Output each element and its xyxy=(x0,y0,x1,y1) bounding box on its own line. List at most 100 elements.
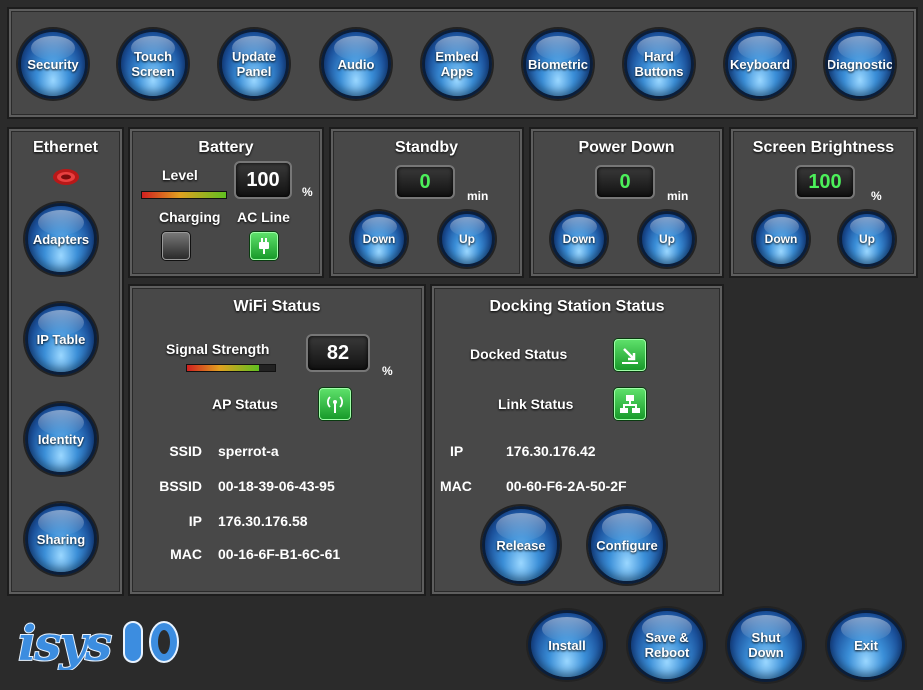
signal-strength-label: Signal Strength xyxy=(166,341,270,357)
screen-brightness-panel: Screen Brightness 100 % Down Up xyxy=(729,127,918,278)
link-status-label: Link Status xyxy=(498,396,574,412)
battery-level-value: 100 xyxy=(234,161,292,199)
ssid-key: SSID xyxy=(169,443,202,459)
standby-unit: min xyxy=(467,189,489,203)
security-button[interactable]: Security xyxy=(18,29,88,99)
docking-station-title: Docking Station Status xyxy=(489,298,665,315)
standby-down-button[interactable]: Down xyxy=(351,211,407,267)
adapters-button[interactable]: Adapters xyxy=(25,203,97,275)
audio-button[interactable]: Audio xyxy=(321,29,391,99)
top-nav-bar: Security Touch Screen Update Panel Audio… xyxy=(7,7,918,119)
power-down-down-label: Down xyxy=(562,231,596,246)
ssid-value: sperrot-a xyxy=(218,443,279,459)
dock-ip-value: 176.30.176.42 xyxy=(506,443,596,459)
link-status-network-icon xyxy=(614,388,646,420)
power-down-value: 0 xyxy=(595,165,655,199)
signal-strength-fill xyxy=(187,365,260,371)
bssid-value: 00-18-39-06-43-95 xyxy=(218,478,335,494)
power-down-down-button[interactable]: Down xyxy=(551,211,607,267)
configure-label: Configure xyxy=(596,537,658,553)
standby-panel: Standby 0 min Down Up xyxy=(329,127,524,278)
keyboard-button[interactable]: Keyboard xyxy=(725,29,795,99)
power-down-title: Power Down xyxy=(578,139,675,156)
standby-title: Standby xyxy=(394,139,459,156)
signal-strength-value: 82 xyxy=(306,334,370,372)
sharing-button[interactable]: Sharing xyxy=(25,503,97,575)
brightness-down-label: Down xyxy=(764,231,798,246)
power-down-up-button[interactable]: Up xyxy=(639,211,695,267)
update-panel-button[interactable]: Update Panel xyxy=(219,29,289,99)
docking-station-panel: Docking Station Status Docked Status Lin… xyxy=(430,284,724,596)
keyboard-label: Keyboard xyxy=(730,56,790,72)
power-down-up-label: Up xyxy=(659,231,675,246)
touch-screen-button[interactable]: Touch Screen xyxy=(118,29,188,99)
adapters-label: Adapters xyxy=(32,231,90,247)
dock-mac-value: 00-60-F6-2A-50-2F xyxy=(506,478,627,494)
wifi-status-panel: WiFi Status Signal Strength 82 % AP Stat… xyxy=(128,284,426,596)
release-label: Release xyxy=(496,537,546,553)
exit-label: Exit xyxy=(854,637,878,653)
docked-status-label: Docked Status xyxy=(470,346,568,362)
signal-unit: % xyxy=(382,364,393,378)
wifi-mac-value: 00-16-6F-B1-6C-61 xyxy=(218,546,341,562)
hard-buttons-label: Hard Buttons xyxy=(634,49,684,79)
save-reboot-button[interactable]: Save & Reboot xyxy=(628,608,706,682)
standby-up-button[interactable]: Up xyxy=(439,211,495,267)
standby-down-label: Down xyxy=(362,231,396,246)
biometric-button[interactable]: Biometric xyxy=(523,29,593,99)
ethernet-title: Ethernet xyxy=(33,139,98,156)
audio-label: Audio xyxy=(337,56,375,72)
dock-ip-key: IP xyxy=(450,443,464,459)
wifi-ip-key: IP xyxy=(188,513,202,529)
screen-brightness-title: Screen Brightness xyxy=(752,139,895,156)
power-down-panel: Power Down 0 min Down Up xyxy=(529,127,724,278)
shut-down-label: Shut Down xyxy=(748,630,784,660)
signal-strength-bar xyxy=(186,364,276,372)
wifi-mac-key: MAC xyxy=(170,546,202,562)
wifi-status-title: WiFi Status xyxy=(233,298,321,315)
ip-table-button[interactable]: IP Table xyxy=(25,303,97,375)
charging-label: Charging xyxy=(159,209,221,225)
level-label: Level xyxy=(162,167,198,183)
dock-mac-key: MAC xyxy=(440,478,472,494)
save-reboot-label: Save & Reboot xyxy=(644,630,690,660)
wifi-ip-value: 176.30.176.58 xyxy=(218,513,308,529)
ac-line-label: AC Line xyxy=(237,209,290,225)
diagnostic-button[interactable]: Diagnostic xyxy=(825,29,895,99)
battery-level-bar xyxy=(141,191,227,199)
embed-apps-label: Embed Apps xyxy=(435,49,479,79)
configure-button[interactable]: Configure xyxy=(588,506,666,584)
brightness-unit: % xyxy=(871,189,882,203)
install-label: Install xyxy=(548,637,586,653)
standby-up-label: Up xyxy=(459,231,475,246)
exit-button[interactable]: Exit xyxy=(827,610,905,680)
battery-unit: % xyxy=(302,185,313,199)
embed-apps-button[interactable]: Embed Apps xyxy=(422,29,492,99)
ap-status-label: AP Status xyxy=(212,396,278,412)
release-button[interactable]: Release xyxy=(482,506,560,584)
ip-table-label: IP Table xyxy=(36,331,86,347)
touch-screen-label: Touch Screen xyxy=(131,49,175,79)
ac-line-plug-icon xyxy=(250,232,278,260)
install-button[interactable]: Install xyxy=(528,610,606,680)
standby-value: 0 xyxy=(395,165,455,199)
ethernet-logo-icon xyxy=(51,167,81,187)
brightness-down-button[interactable]: Down xyxy=(753,211,809,267)
docked-status-icon xyxy=(614,339,646,371)
battery-panel: Battery Level 100 % Charging AC Line xyxy=(128,127,324,278)
sharing-label: Sharing xyxy=(36,531,86,547)
biometric-label: Biometric xyxy=(528,56,588,72)
shut-down-button[interactable]: Shut Down xyxy=(727,608,805,682)
ethernet-sidebar: Ethernet Adapters IP Table Identity Shar… xyxy=(7,127,124,596)
brightness-up-button[interactable]: Up xyxy=(839,211,895,267)
bssid-key: BSSID xyxy=(159,478,202,494)
brightness-up-label: Up xyxy=(859,231,875,246)
security-label: Security xyxy=(27,56,79,72)
svg-text:isys: isys xyxy=(18,616,112,670)
update-panel-label: Update Panel xyxy=(231,49,277,79)
identity-button[interactable]: Identity xyxy=(25,403,97,475)
identity-label: Identity xyxy=(37,431,85,447)
ap-status-antenna-icon xyxy=(319,388,351,420)
hard-buttons-button[interactable]: Hard Buttons xyxy=(624,29,694,99)
isysio-logo: isys xyxy=(16,614,184,673)
